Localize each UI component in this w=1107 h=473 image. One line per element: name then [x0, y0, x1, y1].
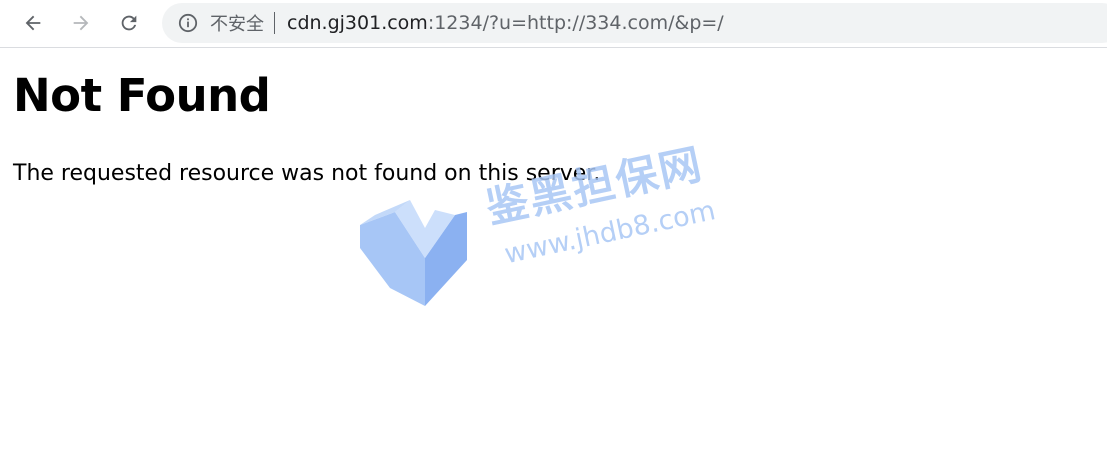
back-button[interactable]	[16, 6, 50, 40]
arrow-right-icon	[70, 12, 92, 34]
security-status-label[interactable]: 不安全	[210, 10, 264, 36]
page-title: Not Found	[13, 69, 271, 122]
page-content: Not Found The requested resource was not…	[13, 48, 1093, 189]
watermark-url: www.jhdb8.com	[501, 195, 719, 271]
arrow-left-icon	[22, 12, 44, 34]
browser-toolbar: 不安全 cdn.gj301.com:1234/?u=http://334.com…	[0, 0, 1107, 48]
error-message: The requested resource was not found on …	[13, 161, 601, 186]
reload-button[interactable]	[112, 6, 146, 40]
watermark: 鉴黑担保网 www.jhdb8.com	[355, 139, 735, 310]
reload-icon	[118, 12, 140, 34]
address-separator	[274, 12, 275, 34]
info-circle-icon[interactable]	[178, 13, 198, 33]
url-path[interactable]: :1234/?u=http://334.com/&p=/	[428, 12, 724, 34]
address-bar[interactable]: 不安全 cdn.gj301.com:1234/?u=http://334.com…	[162, 3, 1107, 43]
forward-button[interactable]	[64, 6, 98, 40]
url-host[interactable]: cdn.gj301.com	[287, 12, 428, 34]
